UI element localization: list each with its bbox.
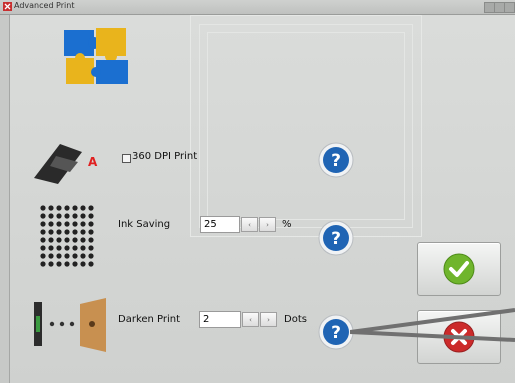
ink-saving-help-button[interactable]: ? [318,220,354,256]
dpi-help-button[interactable]: ? [318,142,354,178]
dpi-label: 360 DPI Print [132,151,198,162]
handheld-printer-icon: A [34,144,98,184]
darken-print-increment[interactable]: › [260,312,277,327]
ink-saving-decrement[interactable]: ‹ [241,217,258,232]
title-bar: Advanced Print [0,0,515,15]
checkmark-icon [443,253,475,285]
darken-print-help-button[interactable]: ? [318,314,354,350]
ink-saving-label: Ink Saving [118,219,171,230]
darken-print-icon [34,298,106,352]
dot-matrix-icon [40,205,94,267]
ink-saving-unit: % [282,219,292,230]
ink-saving-increment[interactable]: › [259,217,276,232]
window-title: Advanced Print [14,1,75,10]
puzzle-pieces-icon [64,28,128,84]
ok-button[interactable] [417,242,501,296]
close-button[interactable] [504,2,515,13]
background-watermark [190,15,422,237]
app-icon [3,2,12,11]
dpi-checkbox[interactable] [122,154,131,163]
svg-text:A: A [88,155,98,169]
darken-print-input[interactable]: 2 [199,311,241,328]
darken-print-label: Darken Print [118,314,181,325]
darken-print-decrement[interactable]: ‹ [242,312,259,327]
darken-print-unit: Dots [284,314,307,325]
ink-saving-input[interactable]: 25 [200,216,240,233]
left-border [0,15,9,383]
callout-pointer [350,308,515,342]
svg-text:?: ? [331,151,341,171]
svg-text:?: ? [331,229,341,249]
svg-text:?: ? [331,323,341,343]
